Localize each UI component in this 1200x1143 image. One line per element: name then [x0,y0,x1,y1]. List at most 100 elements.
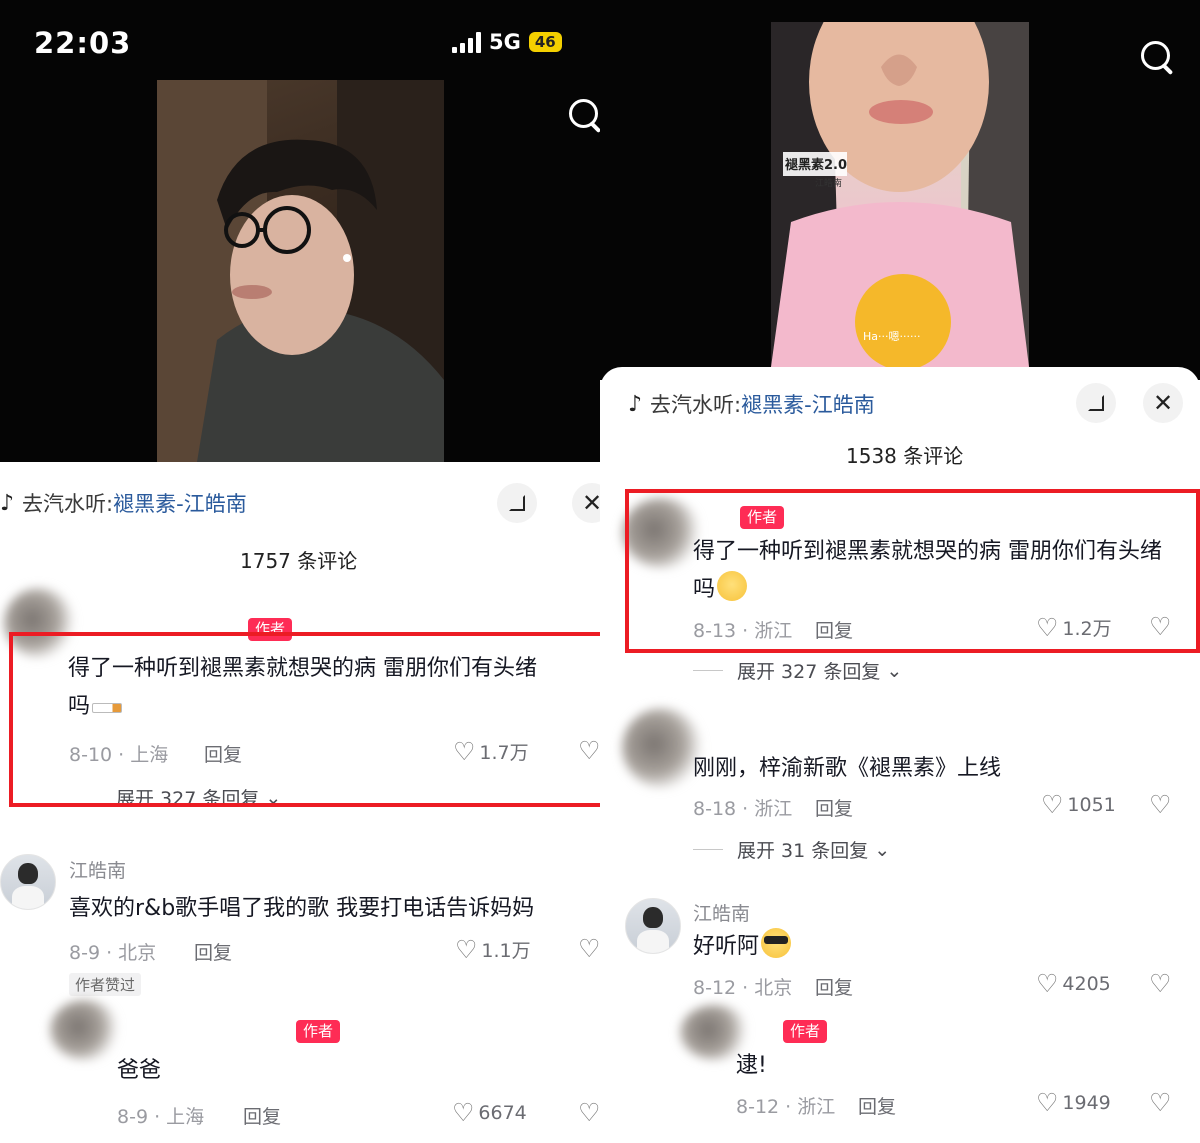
left-screenshot: 22:03 5G 46 ♪ 去汽水听: 褪黑素-江皓南 ✕ 1757 条评论 作… [0,0,600,1143]
expand-icon [1088,395,1104,411]
like-button[interactable]: ♡ 1.2万 [1036,614,1112,641]
video-subtitle-overlay: 江皓南 [815,179,843,189]
comment-text-line: 得了一种听到褪黑素就想哭的病 雷朋你们有头绪 [693,539,1162,564]
music-prefix: 去汽水听: [22,492,114,516]
expand-replies-button[interactable]: 展开 327 条回复 ⌄ [693,657,902,684]
comment-count: 1538 条评论 [846,444,964,468]
close-icon: ✕ [581,489,600,517]
dislike-icon[interactable]: ♡ [578,738,600,763]
like-button[interactable]: ♡ 1.7万 [453,738,529,765]
comment-date: 8-12 · 浙江 [736,1096,836,1118]
comment-count: 1757 条评论 [240,549,358,573]
like-button[interactable]: ♡ 1949 [1036,1090,1111,1115]
divider-line [693,670,723,671]
avatar[interactable] [50,1000,120,1060]
dislike-icon[interactable]: ♡ [578,936,600,961]
comment-text-line: 吗 [68,694,91,719]
avatar[interactable] [625,898,681,954]
dislike-icon[interactable]: ♡ [1149,971,1171,996]
comment-text[interactable]: 得了一种听到褪黑素就想哭的病 雷朋你们有头绪 吗 [693,533,1193,609]
heart-icon: ♡ [453,737,476,766]
video-player[interactable]: 22:03 5G 46 [0,0,600,462]
like-count: 6674 [478,1101,527,1124]
heart-icon: ♡ [1036,1088,1059,1117]
comment-text[interactable]: 刚刚，梓渝新歌《褪黑素》上线 [693,750,1193,788]
expand-button[interactable] [497,483,537,523]
video-title-overlay: 褪黑素2.0 [785,158,848,173]
like-count: 1.7万 [479,742,529,764]
expand-button[interactable] [1076,383,1116,423]
comment-text[interactable]: 爸爸 [117,1052,161,1090]
reply-button[interactable]: 回复 [243,1102,281,1129]
expand-replies-button[interactable]: 展开 327 条回复 ⌄ [116,784,281,811]
reply-button[interactable]: 回复 [815,616,853,643]
like-button[interactable]: ♡ 1.1万 [455,936,531,963]
search-icon[interactable] [566,96,600,136]
video-caption: Ha···嗯······ [863,330,921,343]
like-count: 4205 [1062,972,1111,995]
reply-button[interactable]: 回复 [204,740,242,767]
video-frame [157,80,444,462]
author-badge: 作者 [783,1020,828,1043]
dislike-icon[interactable]: ♡ [1149,614,1171,639]
cigarette-emoji-icon [92,703,123,713]
avatar[interactable] [622,498,702,568]
reply-button[interactable]: 回复 [858,1092,896,1119]
author-liked-tag: 作者赞过 [69,973,142,996]
dislike-icon[interactable]: ♡ [578,1100,600,1125]
heart-icon: ♡ [452,1098,475,1127]
author-badge: 作者 [248,618,293,641]
like-button[interactable]: ♡ 4205 [1036,971,1111,996]
comment-text-line: 好听阿 [693,934,760,959]
comment-text[interactable]: 逮! [736,1047,767,1085]
dislike-icon[interactable]: ♡ [1149,1090,1171,1115]
comment-text-line: 吗 [693,577,716,602]
like-count: 1949 [1062,1091,1111,1114]
dislike-icon[interactable]: ♡ [1149,792,1171,817]
music-source[interactable]: ♪ 去汽水听: 褪黑素-江皓南 [0,488,247,518]
singer-image [771,22,1029,367]
avatar[interactable] [4,588,74,658]
music-link[interactable]: 褪黑素-江皓南 [741,389,875,419]
heart-icon: ♡ [1036,969,1059,998]
music-link[interactable]: 褪黑素-江皓南 [113,488,247,518]
comment-text[interactable]: 喜欢的r&b歌手唱了我的歌 我要打电话告诉妈妈 [69,890,599,928]
expand-replies-label: 展开 327 条回复 [737,661,881,683]
avatar[interactable] [0,854,56,910]
search-icon[interactable] [1138,38,1178,78]
expand-replies-button[interactable]: 展开 31 条回复 ⌄ [693,836,890,863]
comment-date: 8-9 · 北京 [69,942,157,964]
comment-date: 8-18 · 浙江 [693,798,793,820]
comment-date: 8-10 · 上海 [69,744,169,766]
close-icon: ✕ [1152,389,1174,417]
chevron-down-icon: ⌄ [265,786,282,809]
pleading-emoji-icon [717,571,748,601]
avatar[interactable] [622,708,702,788]
music-prefix: 去汽水听: [650,393,742,417]
like-button[interactable]: ♡ 6674 [452,1100,527,1125]
close-button[interactable]: ✕ [1143,383,1183,423]
like-count: 1051 [1067,793,1116,816]
battery-icon: 46 [528,32,562,52]
reply-button[interactable]: 回复 [815,794,853,821]
like-button[interactable]: ♡ 1051 [1041,792,1116,817]
author-badge: 作者 [296,1020,341,1043]
status-bar-right: 5G 46 [452,30,562,54]
reply-button[interactable]: 回复 [194,938,232,965]
divider-line [693,849,723,850]
heart-icon: ♡ [1041,790,1064,819]
video-frame: 褪黑素2.0 江皓南 Ha···嗯······ [771,22,1029,367]
username[interactable]: 江皓南 [69,856,126,883]
comment-text[interactable]: 好听阿 [693,928,792,966]
music-source[interactable]: ♪ 去汽水听: 褪黑素-江皓南 [628,389,875,419]
reply-button[interactable]: 回复 [815,973,853,1000]
like-count: 1.1万 [481,940,531,962]
music-note-icon: ♪ [628,391,643,417]
network-label: 5G [489,30,521,54]
video-player[interactable]: 褪黑素2.0 江皓南 Ha···嗯······ [600,0,1200,380]
heart-icon: ♡ [1036,613,1059,642]
username[interactable]: 江皓南 [693,899,750,926]
status-time: 22:03 [34,26,132,60]
comment-text[interactable]: 得了一种听到褪黑素就想哭的病 雷朋你们有头绪 吗 [68,650,600,726]
like-count: 1.2万 [1062,618,1112,640]
